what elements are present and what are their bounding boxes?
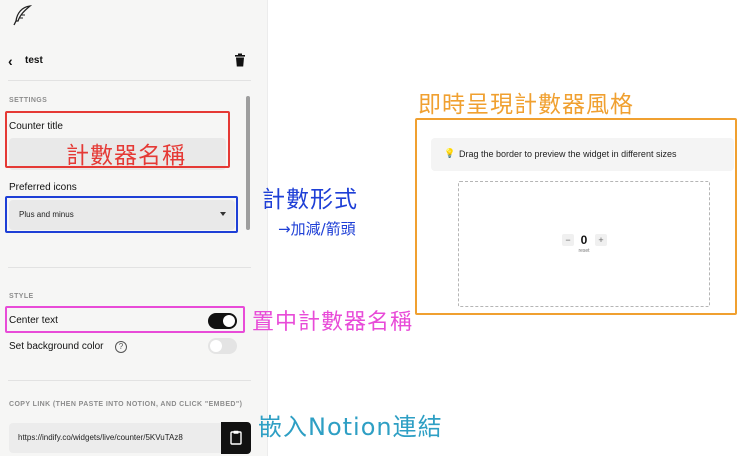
- title-annotation: 計數器名稱: [66, 143, 186, 169]
- back-chevron-icon[interactable]: ‹: [8, 53, 13, 69]
- counter-value: 0: [580, 233, 588, 247]
- copy-link-button[interactable]: [221, 422, 251, 454]
- background-color-toggle[interactable]: [208, 338, 237, 354]
- feather-logo-icon: [13, 5, 33, 26]
- header-divider: [8, 80, 251, 81]
- widget-name: test: [25, 55, 43, 66]
- counter-reset-link[interactable]: reset: [569, 248, 599, 254]
- center-annotation: 置中計數器名稱: [252, 310, 414, 335]
- icons-subannotation: →加減/箭頭: [278, 220, 356, 238]
- preferred-icons-highlight: [5, 196, 238, 233]
- counter-minus-button[interactable]: −: [562, 234, 574, 246]
- widget-preview-frame[interactable]: − 0 + reset: [458, 181, 710, 307]
- counter-plus-button[interactable]: +: [595, 234, 607, 246]
- resize-hint-text: Drag the border to preview the widget in…: [459, 149, 677, 159]
- resize-hint: 💡 Drag the border to preview the widget …: [431, 138, 734, 171]
- trash-icon[interactable]: [234, 53, 246, 67]
- lightbulb-icon: 💡: [444, 148, 456, 158]
- settings-section-title: SETTINGS: [9, 97, 48, 104]
- preview-annotation: 即時呈現計數器風格: [418, 92, 634, 118]
- sidebar-scrollbar[interactable]: [246, 96, 250, 230]
- embed-link-text: https://indify.co/widgets/live/counter/5…: [18, 433, 183, 442]
- style-divider: [8, 380, 251, 381]
- background-color-label: Set background color: [9, 341, 104, 352]
- link-annotation: 嵌入Notion連結: [258, 413, 443, 441]
- embed-link-field[interactable]: https://indify.co/widgets/live/counter/5…: [9, 423, 221, 453]
- clipboard-icon: [230, 430, 242, 445]
- settings-divider: [8, 267, 251, 268]
- center-text-highlight: [5, 306, 245, 333]
- style-section-title: STYLE: [9, 293, 34, 300]
- icons-annotation: 計數形式: [262, 187, 358, 213]
- help-icon[interactable]: ?: [115, 341, 127, 353]
- app-window: ‹ test SETTINGS Counter title Preferred …: [0, 0, 740, 456]
- copy-link-section-title: COPY LINK (THEN PASTE INTO NOTION, AND C…: [9, 401, 243, 408]
- preferred-icons-label: Preferred icons: [9, 182, 77, 193]
- toggle-knob: [210, 340, 222, 352]
